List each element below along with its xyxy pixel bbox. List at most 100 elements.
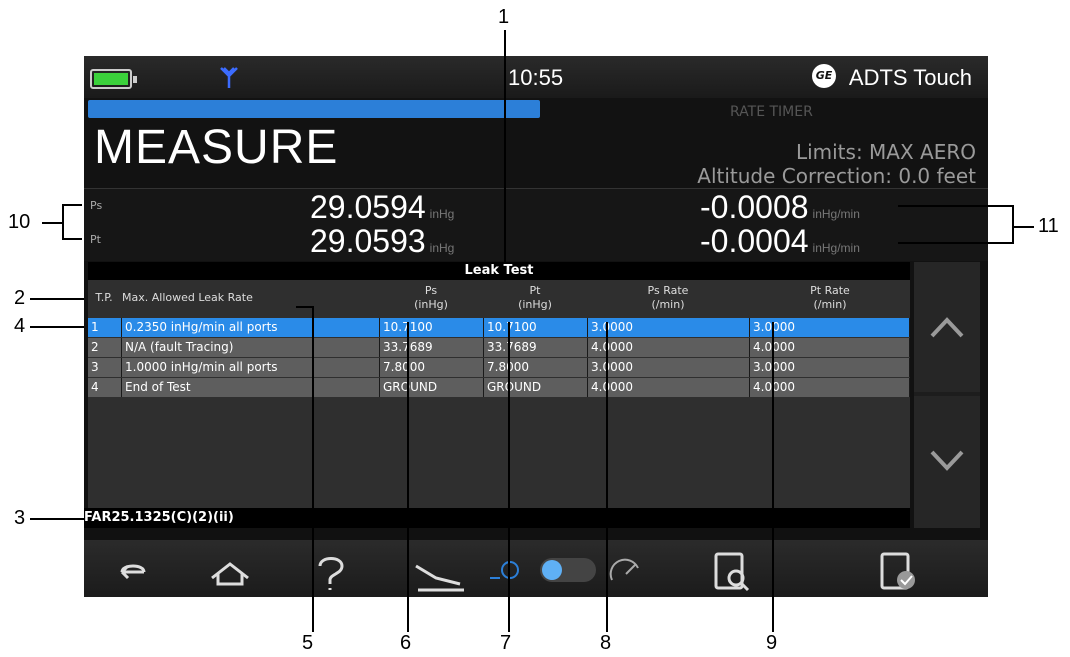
- callout-line-8: [606, 322, 608, 632]
- cell-ps-rate: 3.0000: [588, 318, 750, 337]
- brand-title: ADTS Touch: [848, 65, 972, 90]
- callout-bracket-11a: [898, 205, 1012, 207]
- aircraft-landing-button[interactable]: [390, 540, 486, 597]
- cell-ps-rate: 3.0000: [588, 358, 750, 377]
- header-pt: Pt (inHg): [518, 284, 552, 311]
- callout-bracket-10b: [62, 238, 82, 240]
- clipboard-search-icon: [714, 552, 750, 592]
- callout-line-4: [30, 326, 84, 328]
- cell-pt-rate: 3.0000: [750, 318, 910, 337]
- callout-5: 5: [302, 632, 314, 654]
- progress-bar: [88, 100, 540, 118]
- callout-line-2: [30, 298, 84, 300]
- ps-rate-unit: inHg/min: [812, 207, 860, 221]
- cell-pt: 33.7689: [484, 338, 588, 357]
- pt-rate-unit: inHg/min: [812, 241, 860, 255]
- altitude-correction-label: Altitude Correction: 0.0 feet: [697, 164, 976, 188]
- callout-line-1: [504, 30, 506, 262]
- cell-tp: 2: [88, 338, 122, 357]
- ps-rate-value: -0.0008: [700, 189, 809, 225]
- scroll-down-button[interactable]: [914, 396, 980, 528]
- cell-pt: GROUND: [484, 378, 588, 397]
- callout-line-11: [1012, 226, 1034, 228]
- readings-panel[interactable]: Ps Pt 29.0594 inHg 29.0593 inHg -0.0008 inH…: [84, 188, 988, 261]
- callout-11: 11: [1038, 215, 1059, 237]
- chevron-down-icon: [930, 450, 964, 471]
- ps-label: Ps: [90, 199, 103, 212]
- callout-line-3: [30, 518, 84, 520]
- callout-bracket-10a: [62, 204, 82, 206]
- callout-9: 9: [766, 632, 778, 654]
- cell-ps-rate: 4.0000: [588, 378, 750, 397]
- callout-7: 7: [500, 632, 512, 654]
- callout-10: 10: [8, 211, 31, 233]
- review-button[interactable]: [654, 540, 816, 597]
- callout-2: 2: [14, 287, 26, 309]
- header-pt-rate: Pt Rate (/min): [810, 284, 850, 311]
- cell-max-rate: 1.0000 inHg/min all ports: [122, 358, 380, 377]
- help-button[interactable]: [280, 540, 380, 597]
- cell-ps: 10.7100: [380, 318, 484, 337]
- mode-title: MEASURE: [94, 121, 339, 174]
- ps-rate-group: -0.0008 inHg/min: [700, 189, 860, 226]
- callout-bracket-10: [62, 204, 64, 240]
- cell-ps: GROUND: [380, 378, 484, 397]
- battery-icon: [90, 69, 137, 89]
- cell-pt-rate: 4.0000: [750, 378, 910, 397]
- status-bar: 10:55 GE ADTS Touch: [84, 56, 988, 98]
- clock: 10:55: [508, 65, 564, 90]
- cell-pt-rate: 3.0000: [750, 358, 910, 377]
- home-icon: [211, 562, 249, 586]
- aircraft-landing-icon: [415, 564, 464, 592]
- limits-label: Limits: MAX AERO: [795, 140, 976, 164]
- table-title: Leak Test: [88, 262, 910, 280]
- leak-test-table: T.P. Max. Allowed Leak Rate Ps (inHg) Pt…: [88, 280, 910, 508]
- measure-header: RATE TIMER MEASURE Limits: MAX AERO Alti…: [84, 98, 988, 188]
- table-row[interactable]: 4 End of Test GROUND GROUND 4.0000 4.000…: [88, 378, 910, 397]
- callout-6: 6: [400, 632, 412, 654]
- cell-ps: 33.7689: [380, 338, 484, 357]
- cell-max-rate: 0.2350 inHg/min all ports: [122, 318, 380, 337]
- header-tp: T.P.: [95, 291, 113, 304]
- back-arrow-icon: [120, 564, 146, 580]
- pt-label: Pt: [90, 233, 101, 246]
- home-button[interactable]: [182, 540, 278, 597]
- cell-ps: 7.8000: [380, 358, 484, 377]
- clipboard-check-icon: [880, 552, 915, 590]
- cell-ps-rate: 4.0000: [588, 338, 750, 357]
- mode-toggle[interactable]: [488, 540, 650, 597]
- scroll-up-button[interactable]: [914, 262, 980, 392]
- callout-8: 8: [600, 632, 612, 654]
- back-button[interactable]: [84, 540, 180, 597]
- table-row[interactable]: 3 1.0000 inHg/min all ports 7.8000 7.800…: [88, 358, 910, 377]
- cell-max-rate: N/A (fault Tracing): [122, 338, 380, 357]
- cell-tp: 1: [88, 318, 122, 337]
- bottom-toolbar: [84, 540, 988, 597]
- callout-line-6: [407, 322, 409, 632]
- scroll-sidebar: [914, 262, 980, 528]
- ge-logo-icon: GE: [812, 64, 836, 88]
- pt-unit: inHg: [429, 241, 455, 255]
- cell-pt-rate: 4.0000: [750, 338, 910, 357]
- cell-max-rate: End of Test: [122, 378, 380, 397]
- rate-timer-label: RATE TIMER: [730, 104, 813, 120]
- callout-1: 1: [498, 6, 510, 28]
- ps-value: 29.0594: [310, 189, 426, 225]
- table-footer: FAR25.1325(C)(2)(ii): [84, 508, 910, 528]
- header-ps-rate: Ps Rate (/min): [647, 284, 689, 311]
- callout-bracket-11: [1012, 205, 1014, 244]
- cell-tp: 3: [88, 358, 122, 377]
- table-row[interactable]: 2 N/A (fault Tracing) 33.7689 33.7689 4.…: [88, 338, 910, 357]
- header-ps: Ps (inHg): [414, 284, 448, 311]
- antenna-icon: [220, 67, 238, 88]
- cell-pt: 7.8000: [484, 358, 588, 377]
- pt-value: 29.0593: [310, 223, 426, 259]
- callout-4: 4: [14, 315, 26, 337]
- device-screen: 10:55 GE ADTS Touch RATE TIMER MEASURE L…: [84, 56, 988, 597]
- pt-value-group: 29.0593 inHg: [310, 223, 454, 260]
- confirm-button[interactable]: [820, 540, 988, 597]
- callout-bracket-11b: [898, 242, 1012, 244]
- callout-line-10: [42, 222, 62, 224]
- table-row-selected[interactable]: 1 0.2350 inHg/min all ports 10.7100 10.7…: [88, 318, 910, 337]
- callout-line-7: [508, 322, 510, 632]
